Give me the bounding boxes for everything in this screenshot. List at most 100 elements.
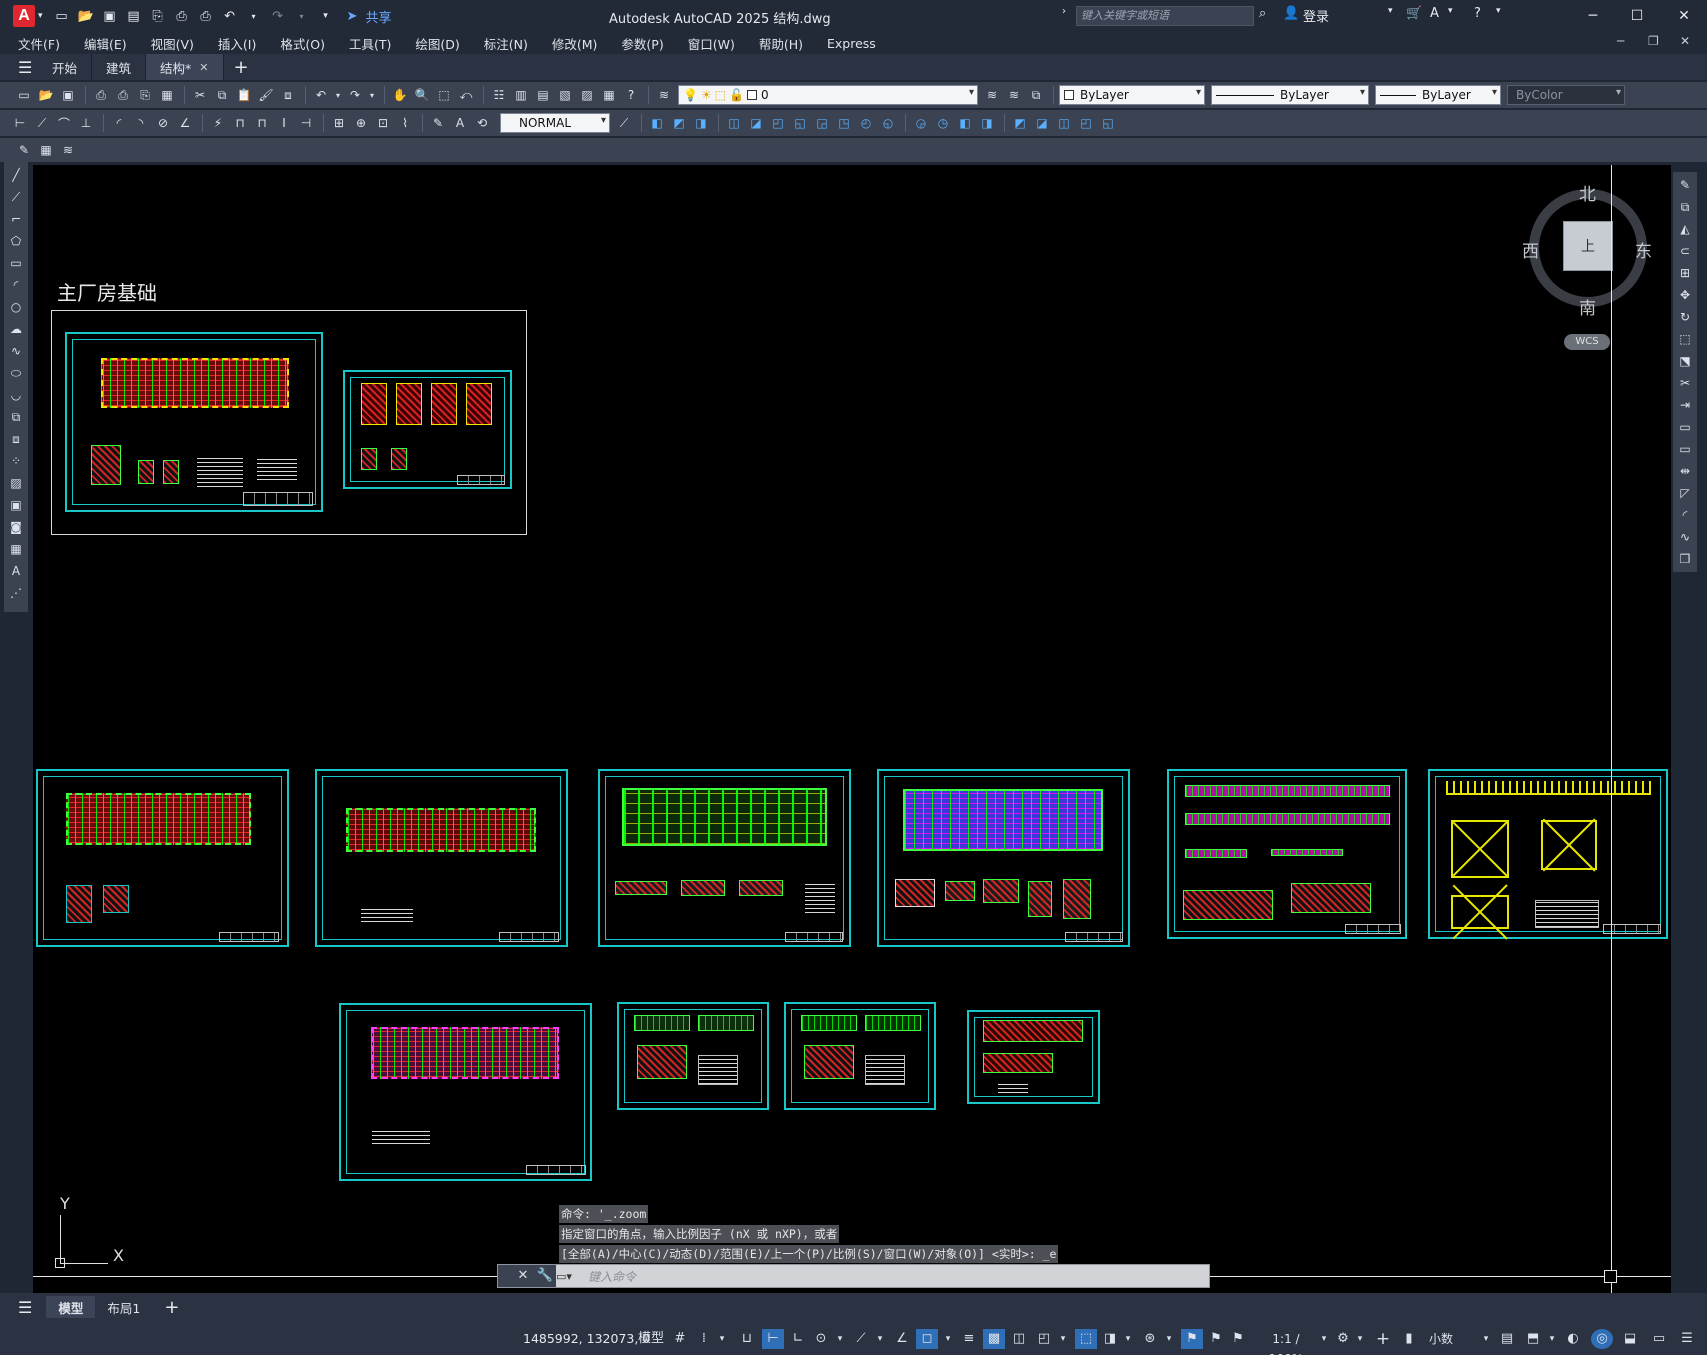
layer-previous-icon[interactable]: ≋ [1004,85,1024,105]
open-web-icon[interactable]: ⎘ [149,8,167,24]
scale-icon[interactable]: ⬚ [1676,330,1694,348]
3d-osnap-dropdown-icon[interactable]: ▾ [1057,1329,1069,1349]
annotation-scale-dropdown[interactable]: 1:1 / 100% [1255,1329,1317,1355]
redo-dropdown-icon[interactable]: ▾ [367,85,377,105]
tab-layout1[interactable]: 布局1 [95,1296,152,1318]
quickcalc-icon[interactable]: ▦ [599,85,619,105]
color-dropdown[interactable]: ByLayer ▾ [1059,85,1205,105]
open-folder-icon[interactable]: 📂 [77,8,95,24]
coordinates-readout[interactable]: 1485992, 132073, 0 [523,1331,650,1346]
dim-text-edit-icon[interactable]: A [450,113,470,133]
layer-state-icon[interactable]: ⧉ [1026,85,1046,105]
extend-icon[interactable]: ⇥ [1676,396,1694,414]
jogged-linear-icon[interactable]: ⌇ [395,113,415,133]
login-dropdown-icon[interactable]: ▾ [1388,6,1393,16]
menu-express[interactable]: Express [827,36,876,51]
share-button[interactable]: 共享 [365,7,391,26]
wcs-menu-button[interactable]: WCS [1564,334,1610,350]
quick-properties-icon[interactable]: ▤ [1498,1329,1516,1349]
units-icon[interactable]: ▮ [1400,1329,1418,1349]
break-icon[interactable]: ▭ [1676,440,1694,458]
extract-edges-icon[interactable]: ◵ [878,113,898,133]
union-icon[interactable]: ◫ [724,113,744,133]
plotstyle-dropdown[interactable]: ByColor ▾ [1507,85,1625,105]
slice-icon[interactable]: ◲ [812,113,832,133]
revolve-icon[interactable]: ◱ [1098,113,1118,133]
drawing-canvas[interactable]: 主厂房基础 [33,165,1671,1293]
save-as-icon[interactable]: ▤ [125,8,143,24]
recent-commands-icon[interactable]: ▭▾ [556,1270,588,1283]
save-icon[interactable]: ▣ [58,85,78,105]
open-icon[interactable]: 📂 [36,85,56,105]
tab-start[interactable]: 开始 [38,54,93,80]
annotation-scale-icon[interactable]: ⚑ [1229,1329,1247,1349]
help-icon[interactable]: ? [621,85,641,105]
hardware-acceleration-icon[interactable]: ◎ [1591,1329,1613,1349]
scale-dropdown-icon[interactable]: ▾ [1318,1329,1330,1349]
zoom-window-icon[interactable]: ⬚ [434,85,454,105]
spline-icon[interactable]: ∿ [7,342,25,360]
array-icon[interactable]: ⊞ [1676,264,1694,282]
viewcube-east-label[interactable]: 东 [1635,237,1652,262]
circle-icon[interactable]: ○ [7,298,25,316]
login-button[interactable]: 登录 [1303,6,1329,25]
help-search-input[interactable]: 键入关键字或短语 [1076,6,1254,26]
markup-icon[interactable]: ▨ [577,85,597,105]
construction-line-icon[interactable]: ⟋ [7,188,25,206]
autodesk-app-dropdown-icon[interactable]: ▾ [1448,6,1453,16]
viewcube-top-face[interactable]: 上 [1563,221,1613,271]
quick-dim-icon[interactable]: ⚡ [208,113,228,133]
doc-minimize-button[interactable]: ─ [1617,34,1624,48]
autodesk-app-icon[interactable]: A [1430,6,1439,21]
wrench-icon[interactable]: 🔧 [534,1265,556,1287]
workspace-gear-icon[interactable]: ⚙ [1334,1329,1352,1349]
lock-ui-dropdown-icon[interactable]: ▾ [1546,1329,1558,1349]
menu-window[interactable]: 窗口(W) [688,34,735,53]
auto-scale-icon[interactable]: ⚑ [1207,1329,1225,1349]
qnew-icon[interactable]: ▭ [14,85,34,105]
ortho-icon[interactable]: ∟ [789,1329,807,1349]
model-space-button[interactable]: 模型 [638,1329,664,1349]
app-menu-chevron-icon[interactable]: ▾ [38,11,43,21]
viewcube-north-label[interactable]: 北 [1579,180,1596,205]
publish-icon[interactable]: ⎘ [135,85,155,105]
presspull-icon[interactable]: ◪ [1032,113,1052,133]
object-snap-tracking-icon[interactable]: ∠ [893,1329,911,1349]
units-dropdown[interactable]: 小数 [1421,1329,1461,1349]
fillet-icon[interactable]: ◜ [1676,506,1694,524]
flatshot-icon[interactable]: ◴ [856,113,876,133]
point-icon[interactable]: ⁘ [7,452,25,470]
break-at-point-icon[interactable]: ▭ [1676,418,1694,436]
search-icon[interactable]: ⌕ [1259,6,1266,21]
hamburger-menu-icon[interactable]: ☰ [18,1298,32,1317]
continue-dim-icon[interactable]: ⊓ [252,113,272,133]
new-file-icon[interactable]: ▭ [53,8,71,24]
section-icon[interactable]: ◳ [834,113,854,133]
plot-preview-icon[interactable]: ⎙ [113,85,133,105]
ellipse-icon[interactable]: ⬭ [7,364,25,382]
menu-help[interactable]: 帮助(H) [759,34,803,53]
command-input[interactable]: 键入命令 [588,1268,1209,1285]
add-selected-icon[interactable]: ⋰ [7,584,25,602]
3d-osnap-icon[interactable]: ◰ [1033,1329,1055,1349]
radius-dim-icon[interactable]: ◜ [109,113,129,133]
menu-insert[interactable]: 插入(I) [218,34,256,53]
tab-structure[interactable]: 结构* ✕ [146,54,224,80]
menu-format[interactable]: 格式(O) [280,34,325,53]
infer-constraints-icon[interactable]: ⊔ [738,1329,756,1349]
multiline-text-icon[interactable]: A [7,562,25,580]
polyline-icon[interactable]: ⌐ [7,210,25,228]
copy-object-icon[interactable]: ⧉ [1676,198,1694,216]
redo-icon[interactable]: ↷ [345,85,365,105]
menu-modify[interactable]: 修改(M) [552,34,598,53]
filter-dropdown-icon[interactable]: ▾ [1122,1329,1134,1349]
user-icon[interactable]: 👤 [1283,6,1299,21]
redo-dropdown-icon[interactable]: ▾ [293,8,311,24]
osnap-dropdown-icon[interactable]: ▾ [942,1329,954,1349]
isolate-objects-icon[interactable]: ◐ [1564,1329,1582,1349]
annotation-visibility-icon[interactable]: ⚑ [1181,1329,1203,1349]
linear-dim-icon[interactable]: ⊢ [10,113,30,133]
layer-walk-icon[interactable]: ≋ [58,140,78,160]
tab-architecture[interactable]: 建筑 [92,54,147,80]
pan-icon[interactable]: ✋ [390,85,410,105]
